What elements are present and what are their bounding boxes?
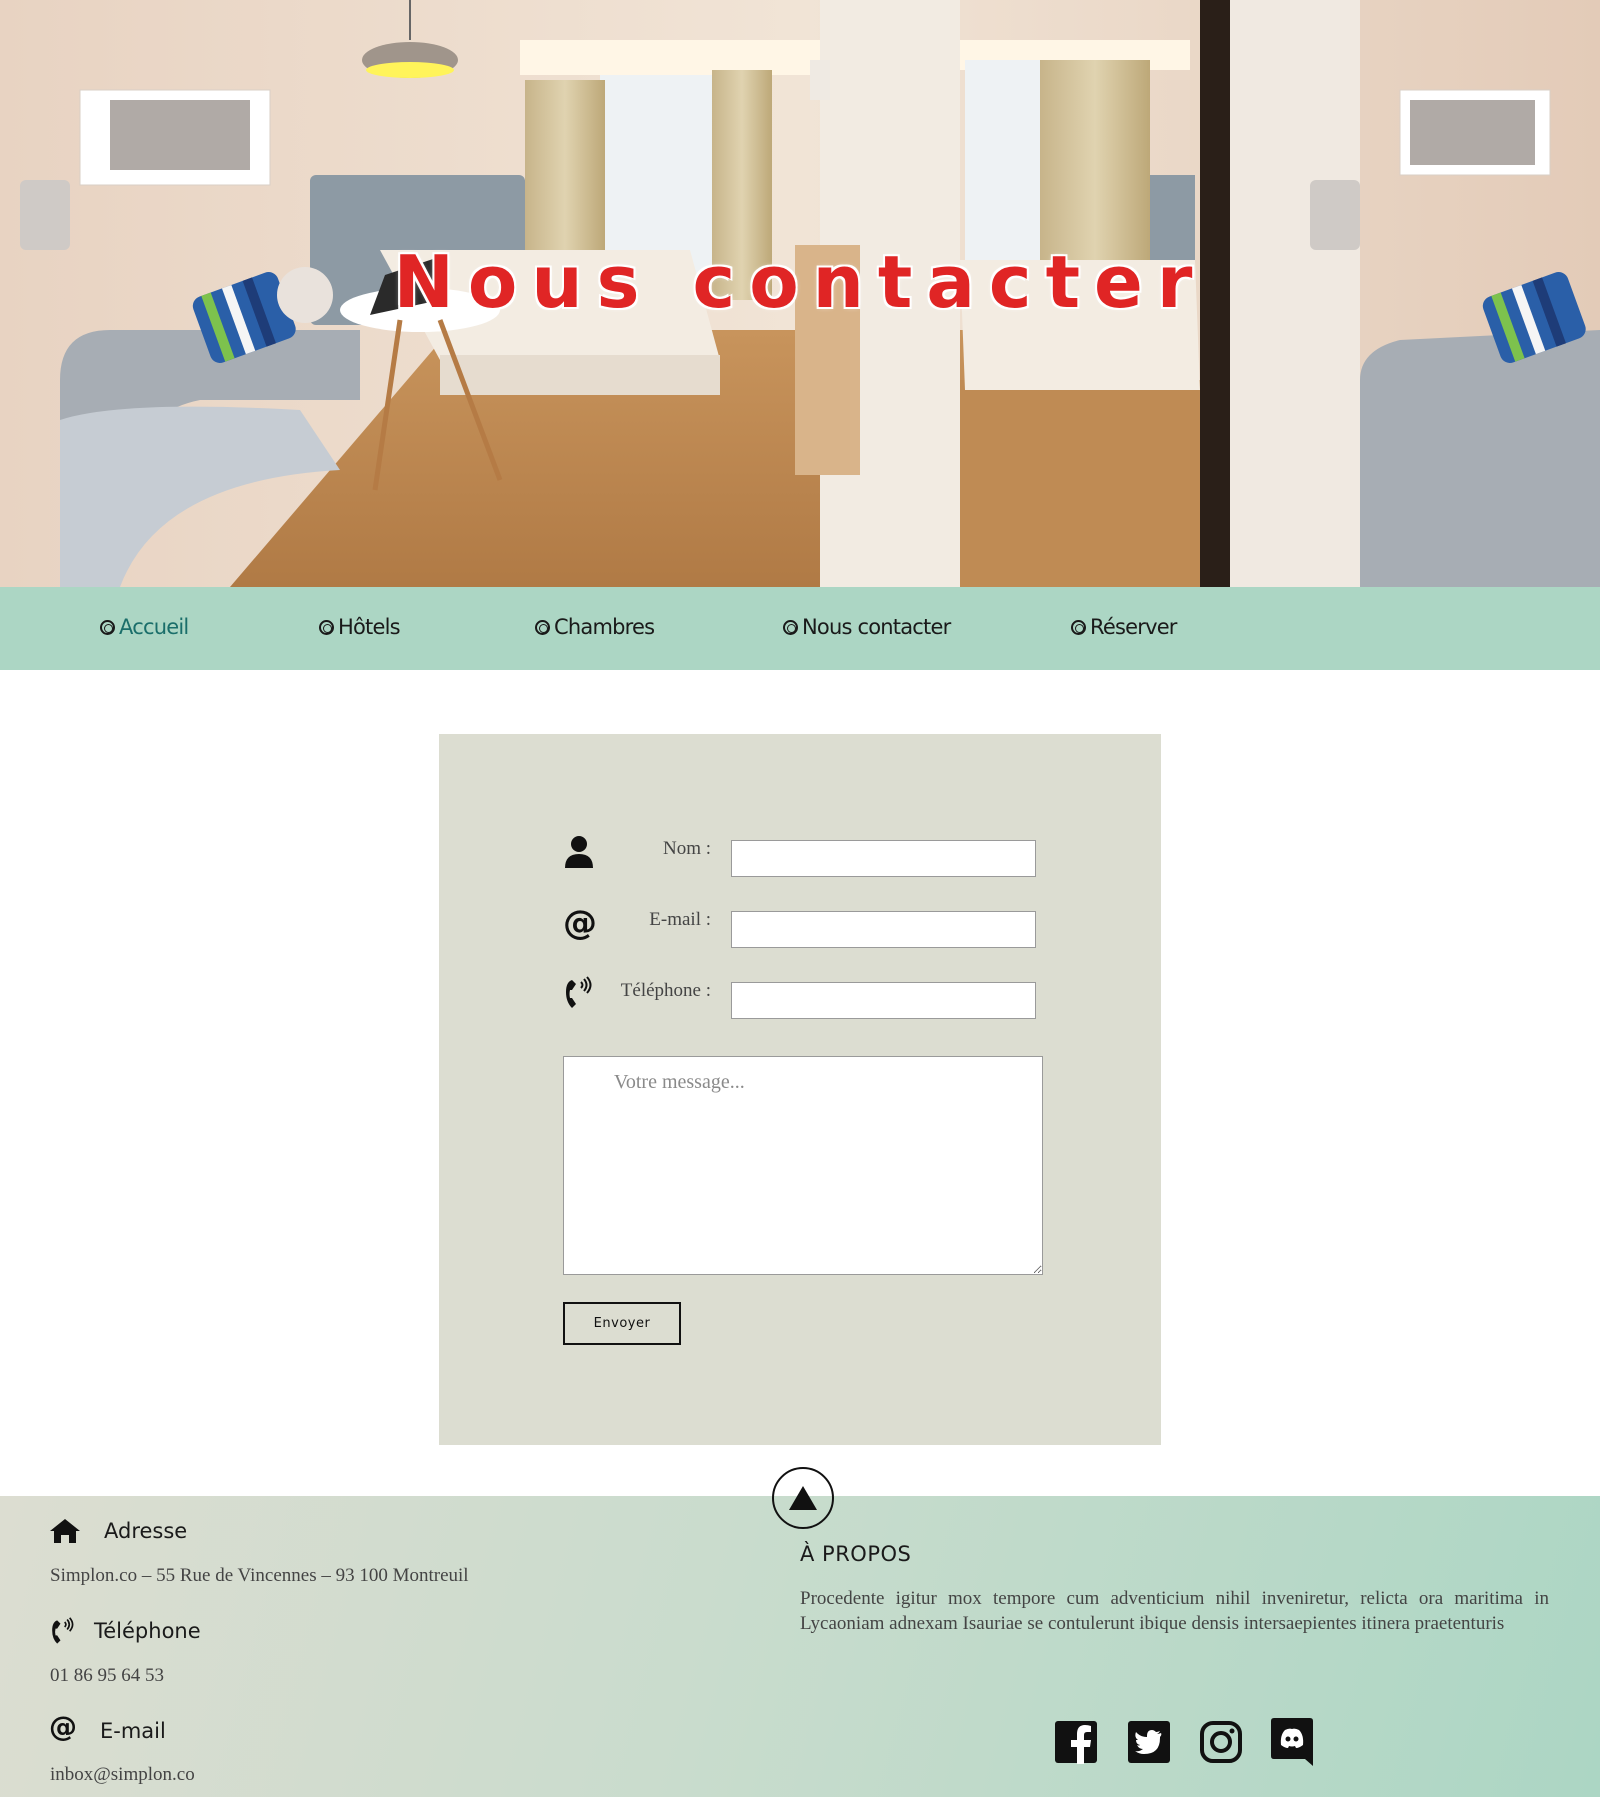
nav-item-label: Nous contacter <box>802 615 951 639</box>
phone-icon <box>563 976 599 1016</box>
home-icon <box>49 1518 81 1548</box>
radio-bullet-icon <box>319 619 334 635</box>
contact-form: Nom : @ E-mail : Téléphone : Envoyer <box>439 734 1161 1445</box>
message-field[interactable] <box>563 1056 1043 1275</box>
nav-item-accueil[interactable]: Accueil <box>100 615 189 639</box>
nav-item-chambres[interactable]: Chambres <box>535 615 655 639</box>
email-row: @ E-mail : <box>563 903 1043 948</box>
arrow-up-icon <box>789 1486 817 1510</box>
nav-item-hotels[interactable]: Hôtels <box>319 615 401 639</box>
page-title: Nous contacter <box>393 240 1207 324</box>
phone-row: Téléphone : <box>563 976 1043 1019</box>
address-text: Simplon.co – 55 Rue de Vincennes – 93 10… <box>50 1565 469 1586</box>
nav-item-label: Chambres <box>554 615 655 639</box>
nav-item-reserver[interactable]: Réserver <box>1071 615 1177 639</box>
hero-banner: Nous contacter <box>0 0 1600 587</box>
at-icon: @ <box>49 1710 77 1743</box>
twitter-icon[interactable] <box>1127 1720 1171 1764</box>
address-heading: Adresse <box>104 1519 188 1543</box>
about-title: À PROPOS <box>800 1542 912 1566</box>
email-heading: E-mail <box>100 1719 166 1743</box>
person-icon <box>563 834 599 874</box>
send-button[interactable]: Envoyer <box>563 1302 681 1345</box>
nav-item-label: Hôtels <box>338 615 401 639</box>
email-text[interactable]: inbox@simplon.co <box>50 1764 195 1786</box>
name-field[interactable] <box>731 840 1036 877</box>
radio-bullet-icon <box>100 619 115 635</box>
main-nav: Accueil Hôtels Chambres Nous contacter R… <box>0 587 1600 670</box>
phone-icon <box>49 1617 77 1651</box>
radio-bullet-icon <box>1071 619 1086 635</box>
back-to-top-button[interactable] <box>772 1467 834 1529</box>
name-row: Nom : <box>563 834 1043 877</box>
phone-field[interactable] <box>731 982 1036 1019</box>
instagram-icon[interactable] <box>1199 1720 1243 1764</box>
about-text: Procedente igitur mox tempore cum advent… <box>800 1588 1549 1634</box>
phone-text: 01 86 95 64 53 <box>50 1665 164 1686</box>
facebook-icon[interactable] <box>1054 1720 1098 1764</box>
phone-heading: Téléphone <box>94 1619 201 1643</box>
email-field[interactable] <box>731 911 1036 948</box>
discord-icon[interactable] <box>1270 1717 1314 1766</box>
nav-item-label: Accueil <box>119 615 189 639</box>
at-icon: @ <box>563 903 597 943</box>
nav-item-nous-contacter[interactable]: Nous contacter <box>783 615 951 639</box>
radio-bullet-icon <box>535 619 550 635</box>
nav-item-label: Réserver <box>1090 615 1177 639</box>
phone-label: Téléphone : <box>620 980 711 1001</box>
email-label: E-mail : <box>649 909 711 930</box>
name-label: Nom : <box>662 838 711 859</box>
radio-bullet-icon <box>783 619 798 635</box>
